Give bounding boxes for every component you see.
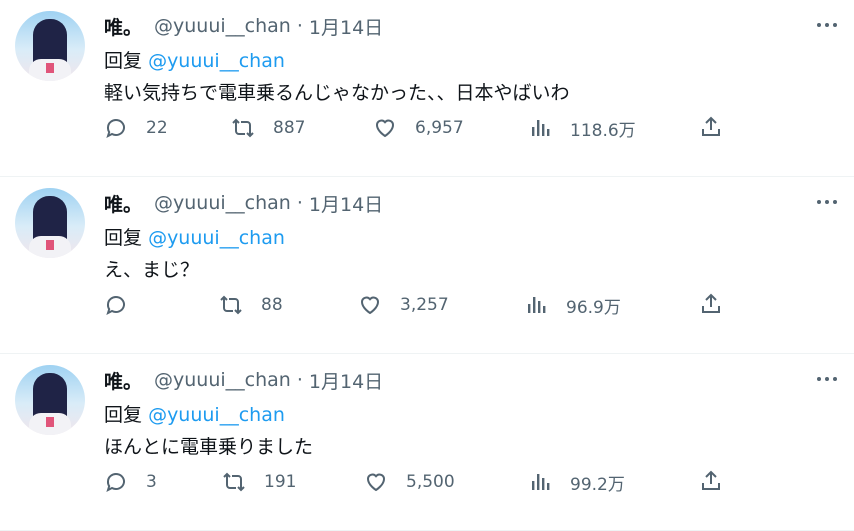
reply-context: 回复 @yuuui__chan (104, 46, 285, 73)
separator: · (296, 369, 303, 391)
tweet-actions: 3 191 5,500 99.2万 (0, 467, 854, 497)
share-icon[interactable] (699, 292, 723, 316)
reply-label: 回复 (104, 50, 143, 72)
reply-context: 回复 @yuuui__chan (104, 400, 285, 427)
tweet-text: え、まじ？ (104, 259, 200, 281)
timestamp[interactable]: 1月14日 (309, 13, 383, 40)
retweet-icon (232, 118, 254, 138)
view-count: 96.9万 (566, 297, 621, 318)
reply-label: 回复 (104, 227, 143, 249)
like-button[interactable]: 3,257 (358, 290, 449, 320)
reply-icon (106, 119, 125, 138)
like-icon (366, 473, 386, 492)
retweet-button[interactable]: 191 (222, 467, 296, 497)
views-button[interactable]: 96.9万 (524, 290, 621, 320)
tweet-actions: 88 3,257 96.9万 (0, 290, 854, 320)
reply-icon (106, 473, 125, 492)
reply-mention[interactable]: @yuuui__chan (148, 404, 285, 426)
like-count: 6,957 (415, 118, 464, 138)
retweet-icon (223, 472, 245, 492)
reply-count: 22 (146, 118, 168, 138)
reply-icon (106, 296, 125, 315)
more-icon[interactable] (816, 18, 838, 32)
timestamp[interactable]: 1月14日 (309, 367, 383, 394)
handle[interactable]: @yuuui__chan (154, 369, 291, 391)
retweet-icon (220, 295, 242, 315)
tweet-header: 唯。 @yuuui__chan · 1月14日 (104, 367, 383, 393)
like-icon (360, 296, 380, 315)
views-button[interactable]: 99.2万 (528, 467, 625, 497)
views-button[interactable]: 118.6万 (528, 113, 636, 143)
tweet-actions: 22 887 6,957 118.6万 (0, 113, 854, 143)
view-count: 99.2万 (570, 474, 625, 495)
retweet-count: 88 (261, 295, 283, 315)
reply-label: 回复 (104, 404, 143, 426)
display-name[interactable]: 唯。 (104, 367, 142, 394)
retweet-button[interactable]: 887 (231, 113, 305, 143)
avatar[interactable] (15, 11, 85, 81)
reply-context: 回复 @yuuui__chan (104, 223, 285, 250)
view-count: 118.6万 (570, 120, 636, 141)
like-button[interactable]: 5,500 (364, 467, 455, 497)
views-icon (532, 474, 550, 490)
tweet[interactable]: 唯。 @yuuui__chan · 1月14日 回复 @yuuui__chan … (0, 177, 854, 354)
handle[interactable]: @yuuui__chan (154, 15, 291, 37)
timestamp[interactable]: 1月14日 (309, 190, 383, 217)
reply-button[interactable]: 22 (104, 113, 168, 143)
tweet[interactable]: 唯。 @yuuui__chan · 1月14日 回复 @yuuui__chan … (0, 0, 854, 177)
tweet-header: 唯。 @yuuui__chan · 1月14日 (104, 13, 383, 39)
retweet-button[interactable]: 88 (219, 290, 283, 320)
like-icon (375, 119, 395, 138)
more-icon[interactable] (816, 372, 838, 386)
display-name[interactable]: 唯。 (104, 13, 142, 40)
reply-button[interactable]: 3 (104, 467, 157, 497)
share-icon[interactable] (699, 469, 723, 493)
reply-mention[interactable]: @yuuui__chan (148, 227, 285, 249)
separator: · (296, 192, 303, 214)
reply-mention[interactable]: @yuuui__chan (148, 50, 285, 72)
display-name[interactable]: 唯。 (104, 190, 142, 217)
like-count: 5,500 (406, 472, 455, 492)
reply-button[interactable] (104, 290, 146, 320)
like-button[interactable]: 6,957 (373, 113, 464, 143)
tweet[interactable]: 唯。 @yuuui__chan · 1月14日 回复 @yuuui__chan … (0, 354, 854, 531)
like-count: 3,257 (400, 295, 449, 315)
views-icon (528, 297, 546, 313)
retweet-count: 887 (273, 118, 306, 138)
more-icon[interactable] (816, 195, 838, 209)
tweet-text: 軽い気持ちで電車乗るんじゃなかった、、日本やばいわ (104, 82, 570, 104)
retweet-count: 191 (264, 472, 297, 492)
separator: · (296, 15, 303, 37)
tweet-text: ほんとに電車乗りました (104, 436, 314, 458)
handle[interactable]: @yuuui__chan (154, 192, 291, 214)
reply-count: 3 (146, 472, 157, 492)
tweet-header: 唯。 @yuuui__chan · 1月14日 (104, 190, 383, 216)
avatar[interactable] (15, 188, 85, 258)
avatar[interactable] (15, 365, 85, 435)
views-icon (532, 120, 550, 136)
share-icon[interactable] (699, 115, 723, 139)
